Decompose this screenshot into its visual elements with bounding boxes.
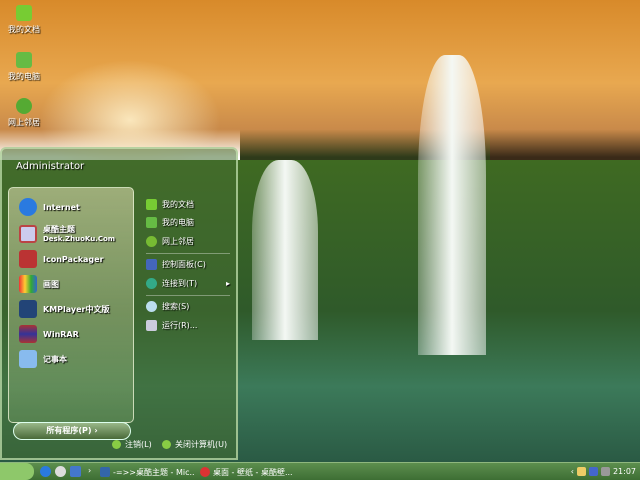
network-icon[interactable] (588, 467, 598, 476)
control-panel-icon (146, 259, 157, 270)
desktop-icon-my-computer[interactable]: 我的电脑 (4, 52, 44, 82)
paint-icon (19, 275, 37, 293)
waterfall-left (252, 160, 318, 340)
tray-expand-icon[interactable]: ‹ (571, 467, 574, 476)
program-internet[interactable]: Internet (19, 198, 80, 216)
program-zhuoku-theme[interactable]: 桌酷主题 Desk.ZhuoKu.Com (19, 224, 115, 243)
house-icon (146, 217, 157, 228)
tray-app-icon[interactable] (576, 467, 586, 476)
program-winrar[interactable]: WinRAR (19, 325, 79, 343)
app-quicklaunch-icon[interactable] (70, 466, 81, 477)
ie-quicklaunch-icon[interactable] (40, 466, 51, 477)
place-control-panel[interactable]: 控制面板(C) (146, 259, 206, 270)
kmplayer-icon (19, 300, 37, 318)
chrome-icon (200, 467, 210, 477)
waterfall-right (418, 55, 486, 355)
program-label: 桌酷主题 Desk.ZhuoKu.Com (43, 225, 116, 243)
ie-icon (19, 198, 37, 216)
program-notepad[interactable]: 记事本 (19, 350, 67, 368)
taskbar: › -=>>桌酷主题 - Mic... 桌面 - 壁纸 - 桌酷壁... ‹ 2… (0, 462, 640, 480)
program-paint[interactable]: 画图 (19, 275, 59, 293)
globe-icon (146, 236, 157, 247)
place-my-computer[interactable]: 我的电脑 (146, 217, 194, 228)
taskbar-button-browser[interactable]: 桌面 - 壁纸 - 桌酷壁... (200, 465, 295, 479)
place-run[interactable]: 运行(R)... (146, 320, 197, 331)
volume-icon[interactable] (600, 467, 610, 476)
folder-icon (146, 199, 157, 210)
place-network[interactable]: 网上邻居 (146, 236, 194, 247)
quicklaunch-expand-icon[interactable]: › (88, 466, 91, 475)
browser-quicklaunch-icon[interactable] (55, 466, 66, 477)
submenu-arrow-icon: ▸ (225, 279, 230, 288)
desktop-icon-network[interactable]: 网上邻居 (4, 98, 44, 128)
divider (146, 253, 230, 254)
house-icon (16, 52, 32, 68)
place-my-documents[interactable]: 我的文档 (146, 199, 194, 210)
shutdown-button[interactable]: 关闭计算机(U) (162, 439, 227, 450)
user-name: Administrator (16, 161, 85, 172)
logoff-icon (112, 440, 121, 449)
place-connect-to[interactable]: 连接到(T) ▸ (146, 278, 230, 289)
notepad-icon (19, 350, 37, 368)
program-iconpackager[interactable]: IconPackager (19, 250, 104, 268)
power-icon (162, 440, 171, 449)
search-icon (146, 301, 157, 312)
theme-icon (19, 224, 37, 243)
folder-icon (16, 5, 32, 21)
start-menu: Administrator Internet 桌酷主题 Desk.ZhuoKu.C… (0, 147, 238, 460)
winrar-icon (19, 325, 37, 343)
taskbar-button-word[interactable]: -=>>桌酷主题 - Mic... (100, 465, 195, 479)
program-kmplayer[interactable]: KMPlayer中文版 (19, 300, 110, 318)
programs-pane: Internet 桌酷主题 Desk.ZhuoKu.Com IconPackage… (8, 187, 134, 440)
word-icon (100, 467, 110, 477)
globe-icon (16, 98, 32, 114)
all-programs-button[interactable]: 所有程序(P) › (13, 422, 131, 440)
connect-icon (146, 278, 157, 289)
system-tray: ‹ 21:07 (564, 463, 640, 480)
iconpackager-icon (19, 250, 37, 268)
desktop-icon-my-documents[interactable]: 我的文档 (4, 5, 44, 35)
logoff-button[interactable]: 注销(L) (112, 439, 152, 450)
run-icon (146, 320, 157, 331)
start-button[interactable] (0, 463, 34, 480)
divider (146, 295, 230, 296)
place-search[interactable]: 搜索(S) (146, 301, 189, 312)
clock[interactable]: 21:07 (613, 467, 636, 476)
